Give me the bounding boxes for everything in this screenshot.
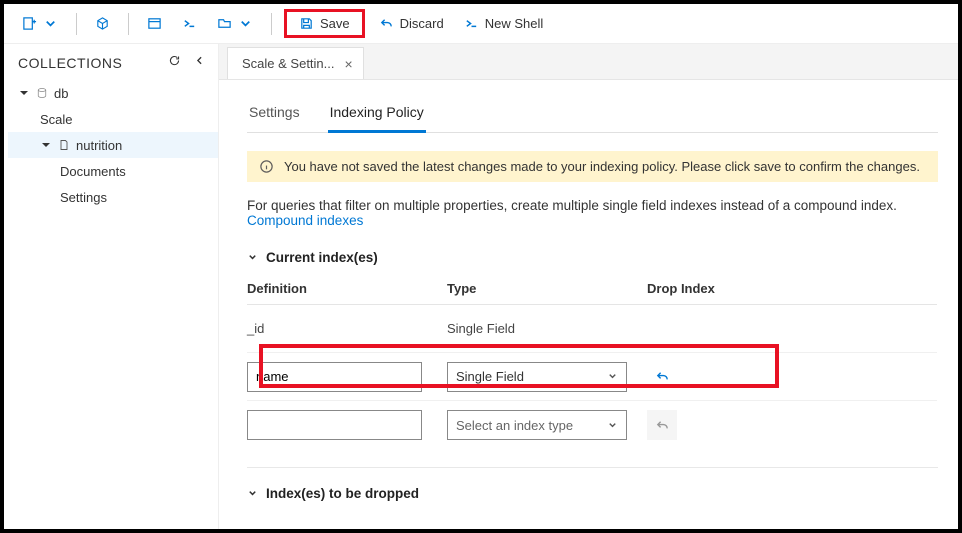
th-definition: Definition (247, 281, 447, 296)
info-icon (259, 159, 274, 174)
document-icon (58, 139, 70, 151)
definition-input[interactable] (247, 410, 422, 440)
tabstrip: Scale & Settin... × (219, 44, 958, 80)
section-indexes-to-drop[interactable]: Index(es) to be dropped (247, 486, 938, 501)
tree-settings-label: Settings (60, 190, 107, 205)
refresh-icon[interactable] (168, 54, 181, 72)
tree-db-label: db (54, 86, 68, 101)
save-button[interactable]: Save (284, 9, 365, 38)
type-value: Single Field (456, 369, 524, 384)
save-icon (299, 16, 314, 31)
subtab-settings[interactable]: Settings (247, 96, 302, 132)
help-prefix: For queries that filter on multiple prop… (247, 198, 897, 213)
close-icon[interactable]: × (345, 56, 353, 72)
revert-button-disabled (647, 410, 677, 440)
chevron-down-icon (247, 488, 258, 499)
chevron-down-icon (238, 16, 253, 31)
chevron-down-icon (607, 371, 618, 382)
caret-down-icon (40, 139, 52, 151)
index-row-editable: Single Field (247, 353, 937, 401)
save-label: Save (320, 16, 350, 31)
tree-scale-label: Scale (40, 112, 73, 127)
new-shell-label: New Shell (485, 16, 544, 31)
collapse-icon[interactable] (193, 54, 206, 72)
revert-button[interactable] (647, 362, 677, 392)
type-select[interactable]: Select an index type (447, 410, 627, 440)
tab-label: Scale & Settin... (242, 56, 335, 71)
section2-label: Index(es) to be dropped (266, 486, 419, 501)
tab-scale-settings[interactable]: Scale & Settin... × (227, 47, 364, 79)
banner-text: You have not saved the latest changes ma… (284, 159, 920, 174)
tree-db[interactable]: db (8, 80, 218, 106)
tree-settings[interactable]: Settings (8, 184, 218, 210)
toolbar-divider (128, 13, 129, 35)
type-select[interactable]: Single Field (447, 362, 627, 392)
tree-nutrition[interactable]: nutrition (8, 132, 218, 158)
section1-label: Current index(es) (266, 250, 378, 265)
help-text: For queries that filter on multiple prop… (247, 198, 938, 228)
shell-button[interactable] (174, 11, 205, 36)
def-cell: _id (247, 321, 447, 336)
sidebar: COLLECTIONS db Scale nutrit (4, 44, 219, 529)
type-cell: Single Field (447, 321, 647, 336)
new-icon (22, 16, 37, 31)
definition-input[interactable] (247, 362, 422, 392)
chevron-down-icon (247, 252, 258, 263)
folder-icon (217, 16, 232, 31)
chevron-down-icon (607, 420, 618, 431)
tree-documents[interactable]: Documents (8, 158, 218, 184)
th-type: Type (447, 281, 647, 296)
section-current-indexes[interactable]: Current index(es) (247, 250, 938, 265)
panel-icon (147, 16, 162, 31)
tree-documents-label: Documents (60, 164, 126, 179)
new-shell-button[interactable]: New Shell (456, 11, 552, 36)
tree-scale[interactable]: Scale (8, 106, 218, 132)
index-row: _id Single Field (247, 305, 937, 353)
undo-icon (655, 418, 670, 433)
toolbar-divider (76, 13, 77, 35)
discard-label: Discard (400, 16, 444, 31)
undo-icon (379, 16, 394, 31)
unsaved-banner: You have not saved the latest changes ma… (247, 151, 938, 182)
subtab-indexing-policy[interactable]: Indexing Policy (328, 96, 426, 133)
sidebar-title: COLLECTIONS (18, 55, 122, 71)
cube-button[interactable] (87, 11, 118, 36)
cube-icon (95, 16, 110, 31)
chevron-down-icon (43, 16, 58, 31)
tree-nutrition-label: nutrition (76, 138, 122, 153)
compound-indexes-link[interactable]: Compound indexes (247, 213, 363, 228)
database-icon (36, 87, 48, 99)
toolbar-divider (271, 13, 272, 35)
undo-icon (655, 369, 670, 384)
panel-button[interactable] (139, 11, 170, 36)
discard-button[interactable]: Discard (371, 11, 452, 36)
toolbar: Save Discard New Shell (4, 4, 958, 44)
prompt-icon (182, 16, 197, 31)
caret-down-icon (18, 87, 30, 99)
folder-button[interactable] (209, 11, 261, 36)
divider (247, 467, 938, 468)
new-button[interactable] (14, 11, 66, 36)
prompt-icon (464, 16, 479, 31)
index-row-new: Select an index type (247, 401, 937, 449)
th-drop: Drop Index (647, 281, 767, 296)
type-placeholder: Select an index type (456, 418, 573, 433)
